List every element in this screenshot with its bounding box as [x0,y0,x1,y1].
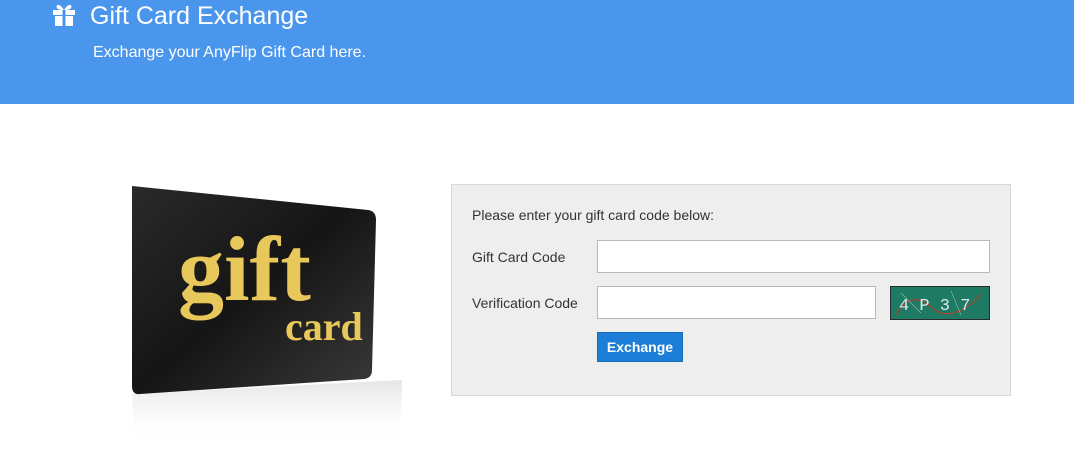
gift-card-image: gift card [110,180,410,444]
verification-code-label: Verification Code [472,295,578,311]
form-intro: Please enter your gift card code below: [472,207,715,223]
gift-card-code-input[interactable] [597,240,990,273]
page-header: Gift Card Exchange Exchange your AnyFlip… [0,0,1074,104]
card-text-card: card [285,304,363,349]
verification-code-input[interactable] [597,286,876,319]
exchange-form-panel: Please enter your gift card code below: … [451,184,1011,396]
page-title: Gift Card Exchange [90,2,309,30]
page-subtitle: Exchange your AnyFlip Gift Card here. [93,44,367,61]
exchange-button[interactable]: Exchange [597,332,683,362]
captcha-text: 4 P 3 7 [899,297,970,316]
gift-card-code-label: Gift Card Code [472,249,566,265]
captcha-image[interactable]: 4 P 3 7 [890,286,990,320]
gift-icon [51,0,77,26]
